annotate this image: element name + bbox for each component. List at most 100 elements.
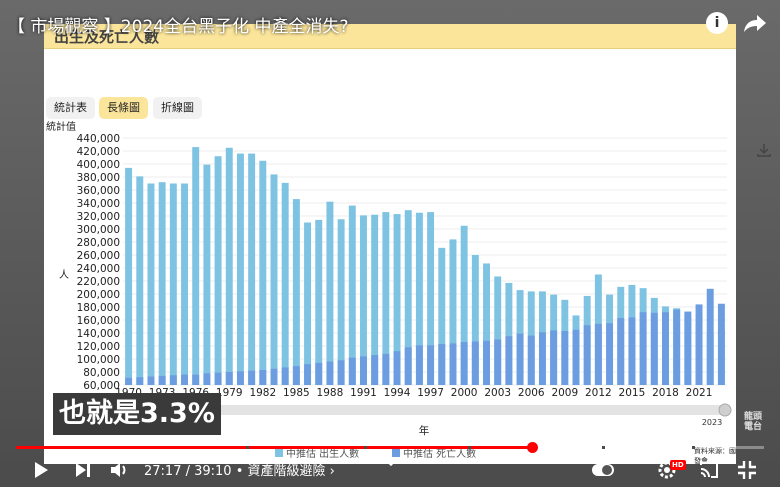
bar: [225, 372, 233, 385]
bar: [572, 329, 580, 385]
x-tick-label: 2000: [451, 387, 478, 399]
chevron-down-icon[interactable]: [384, 456, 398, 470]
x-tick-label: 2006: [518, 387, 545, 399]
cast-icon[interactable]: [698, 459, 720, 481]
x-tick-label: 2015: [619, 387, 646, 399]
y-tick-label: 220,000: [77, 276, 120, 288]
bar: [236, 371, 244, 385]
bar: [281, 182, 289, 385]
bar: [315, 362, 323, 385]
video-title[interactable]: 【 市場觀察 】2024全台黑子化 中產全消失?: [8, 12, 349, 37]
bar: [337, 219, 345, 385]
bar: [505, 336, 513, 385]
bar: [203, 164, 211, 385]
x-tick-label: 2021: [686, 387, 713, 399]
bar: [214, 372, 222, 385]
bar: [326, 201, 334, 385]
y-tick-label: 140,000: [77, 328, 120, 340]
time-display[interactable]: 27:17 / 39:10 • 資產階級避險 ›: [144, 460, 335, 479]
chapter-marker: [602, 446, 605, 449]
bar: [125, 377, 133, 385]
x-tick-label: 1985: [283, 387, 310, 399]
bar: [169, 183, 177, 385]
bar: [147, 183, 155, 385]
bar: [617, 318, 625, 385]
bar: [606, 323, 614, 385]
info-icon[interactable]: i: [706, 12, 728, 34]
bar: [438, 344, 446, 385]
x-tick-label: 1994: [384, 387, 411, 399]
share-icon[interactable]: [742, 10, 768, 36]
progress-bar[interactable]: [16, 442, 764, 453]
y-tick-label: 340,000: [77, 198, 120, 210]
bar: [192, 147, 200, 385]
bar: [538, 332, 546, 385]
bar: [304, 222, 312, 385]
bar: [717, 303, 725, 385]
bar: [483, 340, 490, 385]
bar: [684, 311, 692, 385]
bar: [281, 367, 289, 385]
bar: [158, 182, 166, 385]
bar: [136, 176, 144, 385]
bar: [695, 304, 703, 385]
toggle-icon[interactable]: [590, 459, 616, 481]
bar: [628, 317, 636, 385]
bar: [393, 351, 401, 385]
y-tick-label: 400,000: [77, 159, 120, 171]
next-icon[interactable]: [72, 459, 94, 481]
bar: [125, 167, 133, 385]
bar: [415, 345, 423, 385]
bar: [639, 312, 647, 385]
chapter-marker: [246, 446, 249, 449]
bar: [315, 219, 323, 385]
bar: [337, 360, 345, 385]
bar: [214, 156, 222, 385]
bar: [248, 153, 256, 385]
bar: [673, 309, 681, 385]
fullscreen-exit-icon[interactable]: [736, 459, 758, 481]
bar: [147, 376, 155, 385]
bar: [181, 183, 188, 385]
hd-badge: HD: [670, 460, 686, 470]
volume-icon[interactable]: [108, 459, 130, 481]
bar: [236, 153, 244, 385]
video-player[interactable]: 出生及死亡人數 統計表 長條圖 折線圖 統計值 人 資料來源：國發會 60,00…: [0, 0, 780, 487]
y-tick-label: 200,000: [77, 289, 120, 301]
chapter-marker: [468, 446, 471, 449]
x-tick-label: 1988: [317, 387, 344, 399]
bar: [471, 341, 479, 385]
bar: [136, 377, 144, 385]
y-tick-label: 300,000: [77, 224, 120, 236]
bar: [561, 331, 569, 385]
x-tick-label: 1982: [249, 387, 276, 399]
bar: [662, 312, 669, 385]
bar: [259, 370, 267, 385]
y-tick-label: 380,000: [77, 172, 120, 184]
progress-played: [16, 446, 533, 449]
bar: [270, 368, 278, 385]
bar: [449, 343, 457, 385]
x-tick-label: 1997: [417, 387, 444, 399]
bar: [427, 345, 435, 385]
play-icon[interactable]: [30, 459, 52, 481]
y-tick-label: 360,000: [77, 185, 120, 197]
y-tick-label: 440,000: [77, 133, 120, 145]
x-tick-label: 2012: [585, 387, 612, 399]
bar: [404, 347, 412, 385]
bar: [270, 174, 278, 385]
y-tick-label: 160,000: [77, 315, 120, 327]
y-tick-label: 240,000: [77, 263, 120, 275]
y-tick-label: 120,000: [77, 341, 120, 353]
y-tick-label: 280,000: [77, 237, 120, 249]
bar: [169, 375, 177, 385]
bar: [292, 366, 300, 385]
chapter-marker: [364, 446, 367, 449]
bar: [248, 370, 256, 385]
bar: [158, 375, 166, 385]
channel-watermark: 龍頭 電台: [743, 412, 762, 432]
bar: [460, 342, 468, 385]
bar: [292, 199, 300, 385]
bar: [304, 364, 312, 385]
y-tick-label: 260,000: [77, 250, 120, 262]
